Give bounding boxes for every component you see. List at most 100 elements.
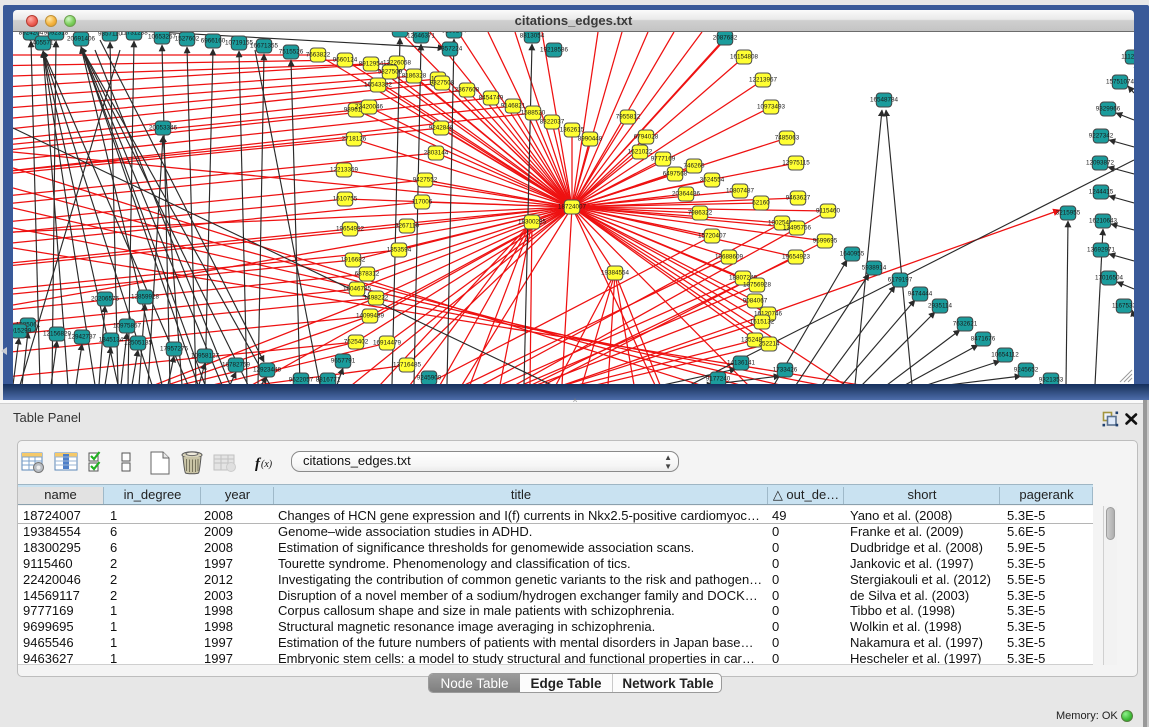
svg-text:6497568: 6497568: [663, 171, 688, 178]
svg-text:62160: 62160: [752, 200, 770, 207]
svg-text:18724007: 18724007: [558, 204, 587, 211]
svg-text:12923448: 12923448: [253, 367, 282, 374]
svg-text:252214: 252214: [758, 341, 780, 348]
svg-text:7485063: 7485063: [775, 135, 800, 142]
svg-text:117006: 117006: [412, 199, 433, 206]
svg-text:10973493: 10973493: [757, 104, 786, 111]
svg-text:16210643: 16210643: [1089, 218, 1118, 225]
svg-text:9327509: 9327509: [378, 69, 403, 76]
svg-text:16548784: 16548784: [870, 97, 899, 104]
svg-text:9242848: 9242848: [429, 125, 454, 132]
svg-text:1916682: 1916682: [341, 257, 366, 264]
svg-text:12859928: 12859928: [131, 294, 160, 301]
svg-text:13692971: 13692971: [1087, 247, 1116, 254]
svg-text:7986322: 7986322: [688, 210, 713, 217]
svg-text:7955812: 7955812: [616, 114, 641, 121]
svg-text:13495756: 13495756: [783, 225, 812, 232]
svg-text:11731238: 11731238: [120, 32, 148, 37]
svg-text:9699695: 9699695: [813, 238, 838, 245]
svg-text:1733426: 1733426: [773, 367, 798, 374]
svg-text:16154808: 16154808: [730, 54, 759, 61]
svg-text:9463627: 9463627: [786, 195, 811, 202]
svg-text:9777169: 9777169: [651, 156, 676, 163]
svg-text:6878312: 6878312: [355, 271, 380, 278]
svg-text:9227342: 9227342: [1089, 133, 1114, 140]
svg-text:8186328: 8186328: [402, 73, 427, 80]
svg-text:9245652: 9245652: [1014, 367, 1039, 374]
svg-text:1621022: 1621022: [628, 149, 653, 156]
svg-text:8816771: 8816771: [316, 377, 341, 384]
svg-text:10807487: 10807487: [726, 188, 755, 195]
svg-text:12646371: 12646371: [407, 33, 436, 40]
svg-text:9153274: 9153274: [442, 32, 467, 35]
svg-text:2935114: 2935114: [928, 303, 953, 310]
svg-text:3215955: 3215955: [1056, 210, 1081, 217]
svg-text:746266: 746266: [683, 163, 705, 170]
svg-text:16782759: 16782759: [222, 362, 251, 369]
svg-text:2087682: 2087682: [713, 35, 738, 42]
svg-text:3267110: 3267110: [395, 223, 420, 230]
svg-text:9146821: 9146821: [501, 103, 526, 110]
svg-text:10654112: 10654112: [991, 352, 1019, 359]
svg-text:12093872: 12093872: [1086, 160, 1115, 167]
svg-text:20364436: 20364436: [672, 191, 701, 198]
svg-text:9092318: 9092318: [44, 32, 69, 37]
svg-text:7632621: 7632621: [953, 321, 978, 328]
svg-text:2367608: 2367608: [455, 87, 480, 94]
svg-text:6794028: 6794028: [634, 134, 659, 141]
svg-text:12975115: 12975115: [782, 160, 810, 167]
svg-text:1353594: 1353594: [387, 247, 412, 254]
svg-text:20053346: 20053346: [149, 125, 178, 132]
svg-text:9357110: 9357110: [98, 32, 123, 38]
svg-text:14055712: 14055712: [29, 40, 58, 47]
svg-text:9327508: 9327508: [430, 80, 455, 87]
svg-text:5938914: 5938914: [862, 265, 887, 272]
svg-text:3624554: 3624554: [700, 177, 725, 184]
svg-text:15720407: 15720407: [698, 233, 727, 240]
svg-text:1640955: 1640955: [840, 251, 865, 258]
svg-text:17016504: 17016504: [1095, 275, 1124, 282]
svg-text:6179197: 6179197: [888, 277, 913, 284]
svg-text:16046785: 16046785: [343, 286, 372, 293]
svg-text:19654952: 19654952: [336, 226, 365, 233]
svg-text:1527602: 1527602: [175, 36, 200, 43]
svg-text:9660124: 9660124: [333, 57, 358, 64]
svg-text:8322037: 8322037: [540, 119, 565, 126]
svg-text:19384554: 19384554: [601, 270, 630, 277]
svg-text:12505135: 12505135: [124, 340, 153, 347]
svg-text:9329966: 9329966: [1096, 106, 1121, 113]
svg-text:2718126: 2718126: [342, 136, 367, 143]
svg-text:12213369: 12213369: [330, 167, 359, 174]
svg-text:10756928: 10756928: [743, 282, 772, 289]
svg-text:18300295: 18300295: [518, 219, 547, 226]
svg-text:12942737: 12942737: [68, 334, 97, 341]
svg-text:8813054: 8813054: [520, 33, 545, 40]
svg-text:9115460: 9115460: [816, 208, 841, 215]
svg-text:9657791: 9657791: [331, 358, 356, 365]
svg-text:8454749: 8454749: [479, 95, 504, 102]
svg-text:3915299: 3915299: [13, 328, 32, 335]
svg-text:16671355: 16671355: [250, 43, 279, 50]
svg-text:8471676: 8471676: [971, 336, 996, 343]
svg-text:9321353: 9321353: [1039, 377, 1064, 384]
svg-text:13716485: 13716485: [393, 362, 422, 369]
svg-text:12213967: 12213967: [749, 77, 778, 84]
svg-text:1244415: 1244415: [1089, 189, 1114, 196]
svg-text:1615132: 1615132: [750, 319, 775, 326]
svg-text:15751074: 15751074: [1106, 79, 1134, 86]
svg-text:1588520: 1588520: [521, 110, 546, 117]
svg-text:1610755: 1610755: [333, 196, 358, 203]
svg-text:2803144: 2803144: [424, 150, 449, 157]
svg-text:1362615: 1362615: [560, 127, 585, 134]
svg-text:14099489: 14099489: [356, 313, 385, 320]
svg-text:1167533: 1167533: [1112, 303, 1134, 310]
svg-text:9245909: 9245909: [417, 375, 442, 382]
svg-text:20691406: 20691406: [67, 36, 96, 43]
svg-text:16914479: 16914479: [373, 340, 402, 347]
svg-text:7625402: 7625402: [344, 339, 369, 346]
svg-text:9177240: 9177240: [706, 376, 731, 383]
svg-text:19654923: 19654923: [782, 254, 811, 261]
svg-text:10688609: 10688609: [715, 254, 744, 261]
svg-text:8912954: 8912954: [359, 61, 384, 68]
svg-text:8990448: 8990448: [578, 136, 603, 143]
